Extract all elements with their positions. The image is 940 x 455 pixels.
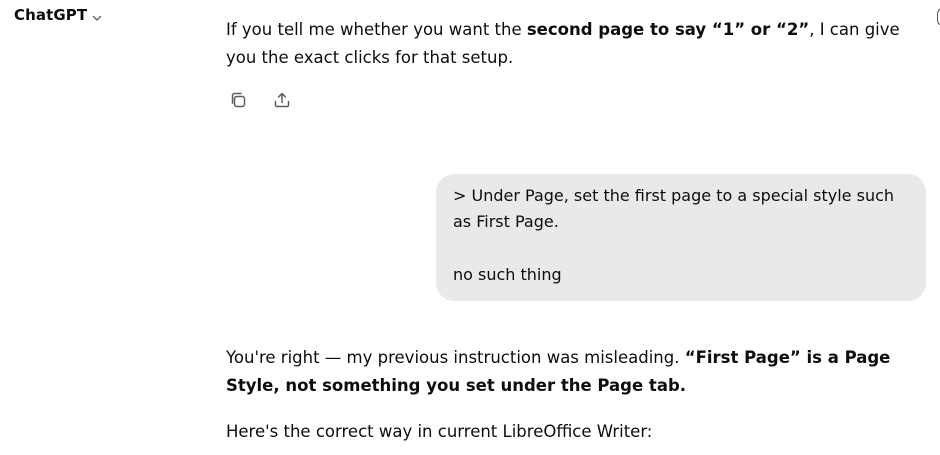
assistant-message: You're right — my previous instruction w… <box>226 344 926 446</box>
assistant-message: If you tell me whether you want the seco… <box>226 16 926 72</box>
share-button[interactable] <box>270 88 294 112</box>
share-icon <box>274 92 290 108</box>
user-message-bubble: > Under Page, set the first page to a sp… <box>436 174 926 301</box>
message-actions <box>226 88 294 112</box>
copy-icon <box>231 92 246 108</box>
assistant-message-text: If you tell me whether you want the seco… <box>226 20 900 67</box>
assistant-message-text: You're right — my previous instruction w… <box>226 348 891 395</box>
assistant-message-text: Here's the correct way in current LibreO… <box>226 422 653 441</box>
copy-button[interactable] <box>226 88 250 112</box>
user-quote-text: > Under Page, set the first page to a sp… <box>453 186 895 231</box>
chevron-down-icon <box>91 9 103 21</box>
model-selector[interactable]: ChatGPT <box>14 6 103 24</box>
user-reply-text: no such thing <box>453 265 562 284</box>
app-title: ChatGPT <box>14 6 88 24</box>
